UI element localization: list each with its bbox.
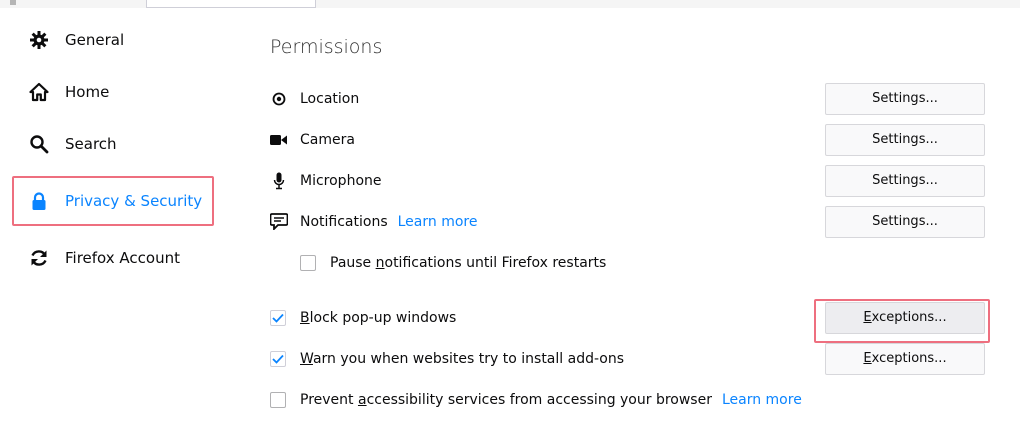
sync-icon: [29, 248, 49, 268]
sidebar-item-label: Search: [65, 135, 117, 153]
checkmark-icon: [272, 354, 284, 364]
location-settings-button[interactable]: Settings...: [825, 82, 985, 115]
camera-icon: [270, 131, 288, 149]
sidebar-item-label: Privacy & Security: [65, 192, 203, 210]
partial-tab[interactable]: [146, 0, 316, 8]
permission-camera: Camera Settings...: [270, 119, 1000, 160]
permission-location: Location Settings...: [270, 78, 1000, 119]
microphone-icon: [270, 172, 288, 190]
sidebar-item-privacy-security[interactable]: Privacy & Security: [12, 176, 214, 226]
sidebar-item-home[interactable]: Home: [12, 72, 222, 112]
block-popups-label: Block pop-up windows: [300, 309, 457, 326]
notifications-settings-button[interactable]: Settings...: [825, 205, 985, 238]
lock-icon: [29, 191, 49, 211]
block-popups-row: Block pop-up windows Exceptions...: [270, 297, 1000, 343]
gear-icon: [29, 30, 49, 50]
permissions-section: Permissions Location Settings... Camera …: [270, 34, 1000, 420]
tab-strip-mark: [10, 0, 16, 5]
pause-notifications-label: Pause notifications until Firefox restar…: [330, 254, 607, 271]
camera-settings-button[interactable]: Settings...: [825, 123, 985, 156]
addons-exceptions-button[interactable]: Exceptions...: [825, 342, 985, 375]
popup-exceptions-button[interactable]: Exceptions...: [825, 301, 985, 334]
warn-addons-row: Warn you when websites try to install ad…: [270, 338, 1000, 379]
sidebar-item-label: Home: [65, 83, 110, 101]
notifications-label: Notifications: [300, 213, 388, 230]
home-icon: [29, 82, 49, 102]
section-title: Permissions: [270, 36, 383, 58]
permission-microphone: Microphone Settings...: [270, 160, 1000, 201]
pause-notifications-checkbox[interactable]: [300, 254, 316, 271]
location-label: Location: [300, 90, 360, 107]
location-icon: [270, 90, 288, 108]
prevent-accessibility-checkbox[interactable]: [270, 391, 286, 408]
warn-addons-checkbox[interactable]: [270, 350, 286, 367]
notification-icon: [270, 213, 288, 231]
warn-addons-label: Warn you when websites try to install ad…: [300, 350, 625, 367]
camera-label: Camera: [300, 131, 355, 148]
prevent-accessibility-row: Prevent accessibility services from acce…: [270, 379, 1000, 420]
sidebar-item-general[interactable]: General: [12, 20, 222, 60]
tab-strip: [0, 0, 1020, 8]
notifications-learn-more-link[interactable]: Learn more: [398, 214, 478, 230]
checkmark-icon: [272, 313, 284, 323]
accessibility-learn-more-link[interactable]: Learn more: [722, 392, 802, 408]
sidebar-item-label: General: [65, 31, 125, 49]
prevent-accessibility-label: Prevent accessibility services from acce…: [300, 391, 712, 408]
search-icon: [29, 134, 49, 154]
permission-notifications: Notifications Learn more Settings...: [270, 201, 1000, 242]
preferences-page: General Home Search Privacy & Security F…: [0, 0, 1020, 426]
microphone-settings-button[interactable]: Settings...: [825, 164, 985, 197]
sidebar-item-label: Firefox Account: [65, 249, 180, 267]
block-popups-checkbox[interactable]: [270, 309, 286, 326]
pause-notifications-row: Pause notifications until Firefox restar…: [270, 242, 1000, 283]
sidebar: General Home Search Privacy & Security F…: [12, 20, 222, 290]
sidebar-item-search[interactable]: Search: [12, 124, 222, 164]
microphone-label: Microphone: [300, 172, 382, 189]
sidebar-item-firefox-account[interactable]: Firefox Account: [12, 238, 222, 278]
